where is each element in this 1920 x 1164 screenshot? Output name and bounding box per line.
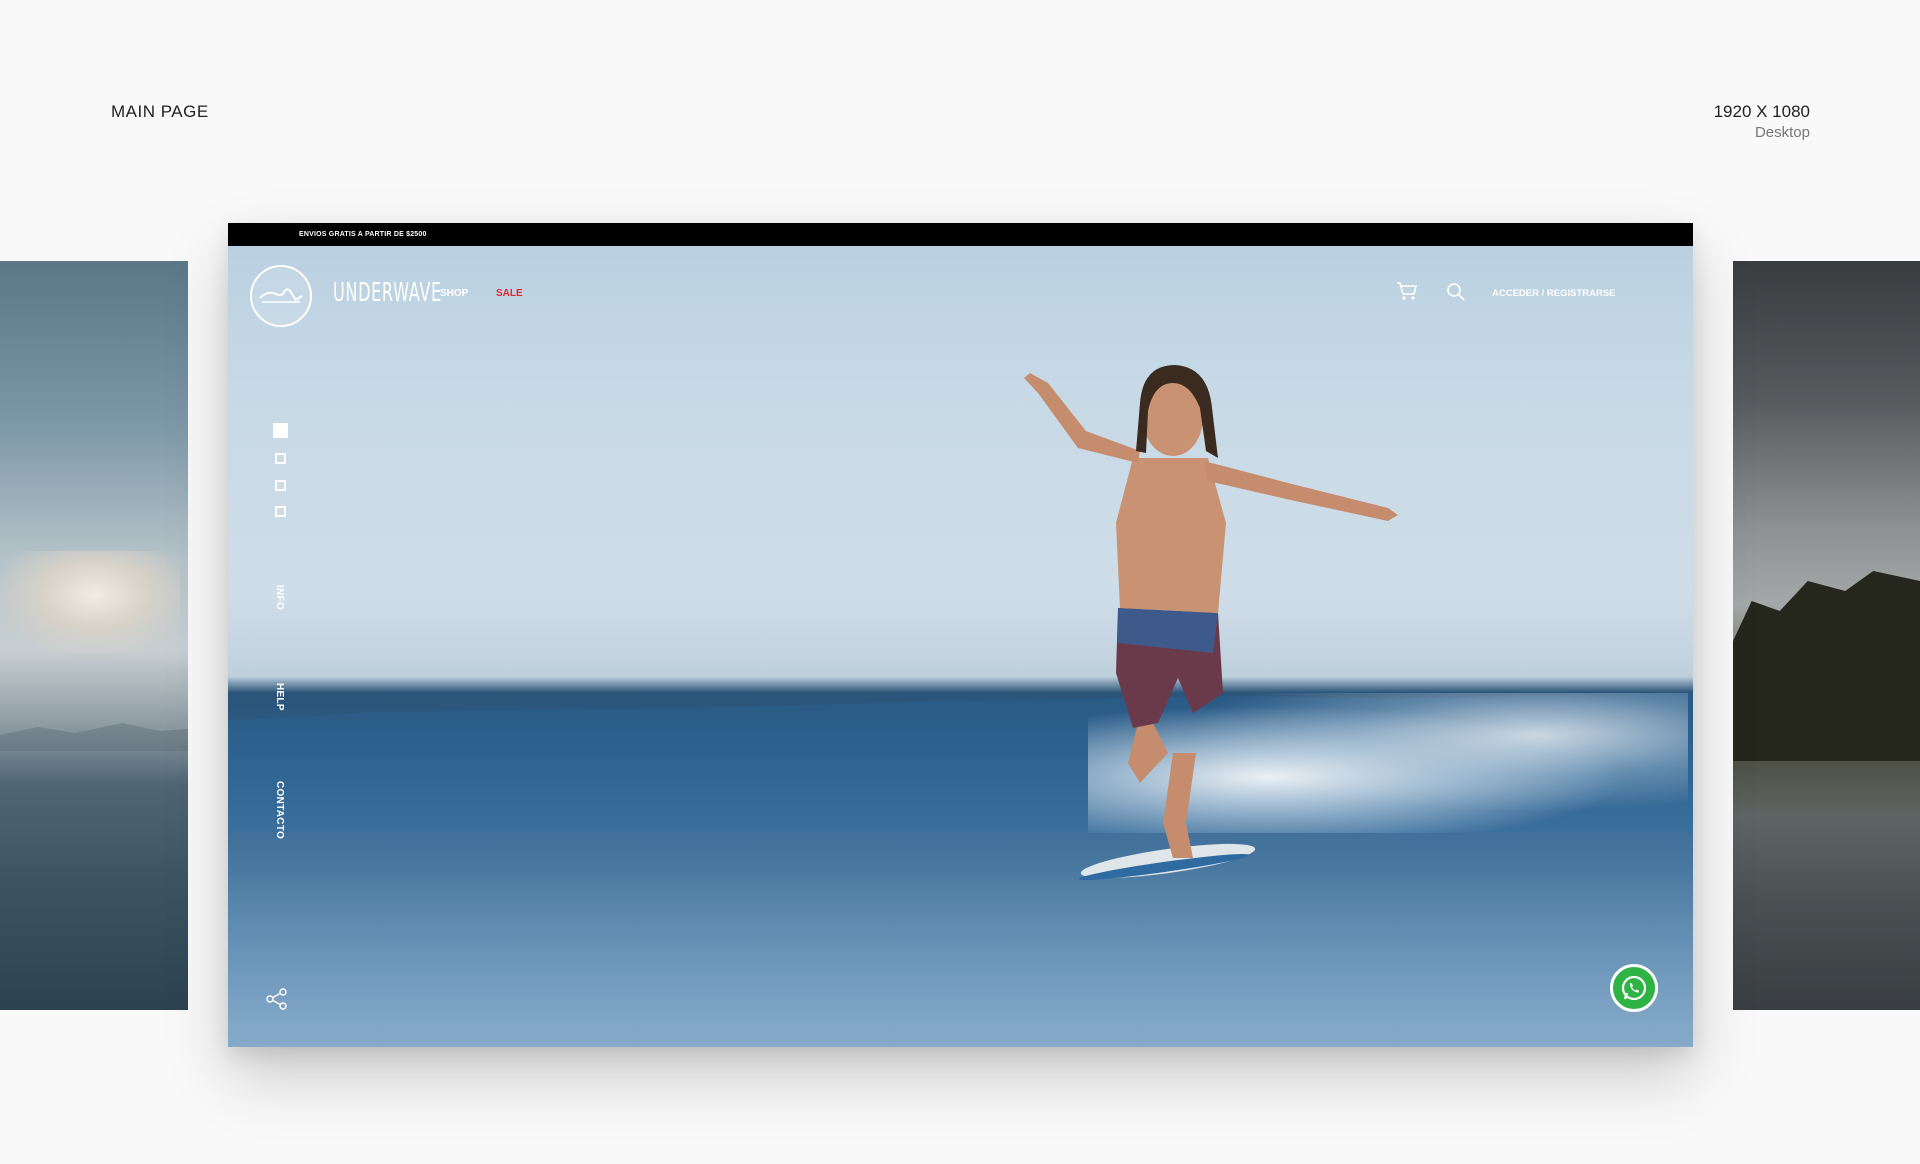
- whatsapp-icon: [1621, 975, 1647, 1001]
- presentation-resolution-block: 1920 X 1080 Desktop: [1714, 102, 1810, 141]
- slide-indicator-4[interactable]: [275, 506, 286, 517]
- slide-indicator-2[interactable]: [275, 453, 286, 464]
- whatsapp-button[interactable]: [1610, 964, 1658, 1012]
- trees-decoration: [1733, 571, 1920, 761]
- wave-logo-icon: [259, 288, 303, 303]
- side-link-contacto[interactable]: CONTACTO: [274, 781, 285, 839]
- free-shipping-banner: ENVIOS GRATIS A PARTIR DE $2500: [228, 223, 1693, 246]
- previous-slide-preview[interactable]: [0, 261, 188, 1010]
- side-link-info[interactable]: INFO: [274, 585, 285, 610]
- nav-sale-link[interactable]: SALE: [496, 288, 523, 299]
- website-desktop-frame: ENVIOS GRATIS A PARTIR DE $2500 UNDERWAV…: [228, 223, 1693, 1047]
- surfer-hero-image: [1024, 365, 1398, 880]
- brand-name[interactable]: UNDERWAVE: [333, 278, 442, 308]
- cloud-decoration: [0, 551, 180, 661]
- cart-icon[interactable]: [1396, 281, 1418, 301]
- slide-indicator-3[interactable]: [275, 480, 286, 491]
- presentation-resolution: 1920 X 1080: [1713, 102, 1810, 121]
- next-slide-preview[interactable]: [1733, 261, 1920, 1010]
- login-register-link[interactable]: ACCEDER / REGISTRARSE: [1492, 288, 1616, 299]
- hills-decoration: [0, 723, 188, 751]
- slide-indicator-1[interactable]: [273, 423, 288, 438]
- nav-shop-link[interactable]: SHOP: [440, 288, 468, 299]
- search-icon[interactable]: [1446, 282, 1466, 302]
- presentation-title: MAIN PAGE: [111, 102, 209, 121]
- sea-foreground: [228, 863, 1693, 1047]
- side-link-help[interactable]: HELP: [274, 683, 285, 711]
- brand-logo[interactable]: [250, 265, 312, 327]
- presentation-device: Desktop: [1754, 124, 1810, 141]
- share-icon[interactable]: [266, 988, 288, 1010]
